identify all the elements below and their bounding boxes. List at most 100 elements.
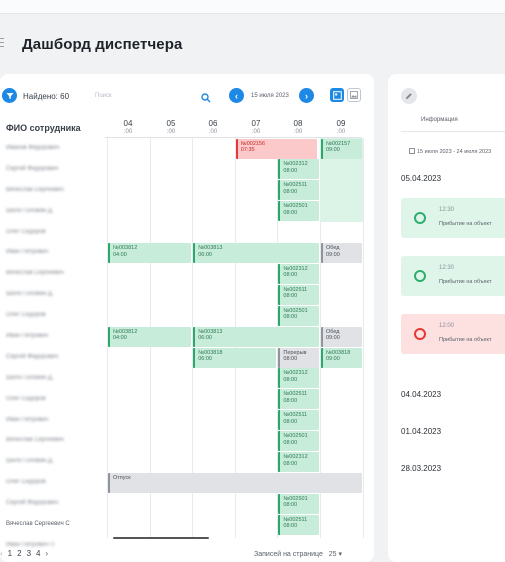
- task-number: Отпуск: [113, 474, 131, 481]
- task-time: 08:00: [283, 502, 298, 509]
- employee-name[interactable]: Сергей Федорович: [6, 159, 101, 180]
- edit-button[interactable]: [401, 88, 417, 104]
- page-number[interactable]: 3: [27, 549, 31, 558]
- employee-name[interactable]: Вячеслав Сергеевич С: [6, 514, 101, 535]
- per-page-selector[interactable]: Записей на странице 25 ▾: [254, 550, 342, 558]
- page-title: Дашборд диспетчера: [22, 36, 183, 53]
- employee-name[interactable]: Иван Петрович: [6, 242, 101, 263]
- task-block[interactable]: №002156 07:35: [235, 138, 317, 159]
- feed-date: 28.03.2023: [401, 464, 442, 473]
- pencil-icon: [406, 93, 412, 99]
- date-range-text: 15 июля 2023 - 24 июля 2023: [417, 149, 492, 155]
- task-block[interactable]: №003812 04:00: [108, 326, 192, 347]
- task-block[interactable]: №002511 08:00: [278, 514, 319, 535]
- event-time: 12:00: [439, 323, 455, 329]
- minute-label: :00: [293, 129, 303, 135]
- list-view-button[interactable]: [347, 88, 361, 102]
- break-block[interactable]: Обед 09:00: [321, 326, 362, 347]
- search-input[interactable]: Поиск: [95, 93, 112, 99]
- prev-day-button[interactable]: ‹: [229, 88, 244, 103]
- task-block[interactable]: №002501 08:00: [278, 431, 319, 452]
- task-block[interactable]: №002312 08:00: [278, 368, 319, 389]
- minute-label: :00: [166, 129, 176, 135]
- task-time: 08:00: [283, 418, 298, 425]
- page-number[interactable]: 1: [8, 549, 12, 558]
- employee-name[interactable]: Иван Петрович: [6, 326, 101, 347]
- next-page-icon[interactable]: ›: [45, 549, 48, 558]
- chevron-right-icon: ›: [305, 90, 308, 101]
- employee-name[interactable]: Олег Сидоров: [6, 305, 101, 326]
- break-block[interactable]: Обед 09:00: [321, 243, 362, 263]
- search-icon[interactable]: [201, 90, 211, 108]
- break-block[interactable]: Перерыв 08:00: [278, 347, 319, 368]
- task-block[interactable]: №003818 09:00: [321, 347, 362, 368]
- task-time: 08:00: [283, 397, 298, 404]
- grid-column-line: [362, 138, 364, 538]
- task-block[interactable]: №002511 08:00: [278, 389, 319, 410]
- employee-name[interactable]: Олег Сидоров: [6, 472, 101, 493]
- task-time: 04:00: [113, 335, 127, 342]
- schedule-grid: №002156 07:35 №002157 09:00 №002312 08:00 №002…: [107, 138, 364, 538]
- task-block[interactable]: №003813 06:00: [193, 243, 319, 263]
- feed-date: 01.04.2023: [401, 427, 442, 436]
- event-text: Прибытие на объект: [439, 279, 492, 285]
- employee-name[interactable]: Сергей Федорович: [6, 347, 101, 368]
- employee-name[interactable]: Иван Петрович: [6, 410, 101, 431]
- task-block[interactable]: №002511 08:00: [278, 284, 319, 305]
- break-block[interactable]: Отпуск: [108, 472, 362, 493]
- hour-label: 07: [251, 119, 261, 128]
- employee-name[interactable]: Сергей Федорович: [6, 493, 101, 514]
- tab-information[interactable]: Информация: [421, 117, 458, 123]
- minute-label: :00: [123, 129, 133, 135]
- task-block[interactable]: №002501 08:00: [278, 493, 319, 514]
- employee-name[interactable]: Иванов Федорович: [6, 138, 101, 159]
- next-day-button[interactable]: ›: [299, 88, 314, 103]
- employee-name[interactable]: Вячеслав Сергеевич: [6, 430, 101, 451]
- date-range[interactable]: 15 июля 2023 - 24 июля 2023: [409, 148, 491, 155]
- task-block[interactable]: №002511 08:00: [278, 180, 319, 201]
- minute-label: :00: [208, 129, 218, 135]
- task-block[interactable]: №002501 08:00: [278, 201, 319, 222]
- page-number[interactable]: 2: [17, 549, 21, 558]
- event-text: Прибытие на объект: [439, 221, 492, 227]
- task-time: 08:00: [283, 188, 298, 195]
- employee-name[interactable]: Вячеслав Сергеевич: [6, 263, 101, 284]
- horizontal-scrollbar[interactable]: [113, 537, 209, 539]
- event-card[interactable]: 12:30 Прибытие на объект: [401, 256, 505, 296]
- task-block[interactable]: №003812 04:00: [108, 243, 192, 263]
- task-time: 08:00: [283, 209, 298, 216]
- task-time: 08:00: [283, 272, 298, 279]
- task-block[interactable]: №002312 08:00: [278, 159, 319, 180]
- task-time: 09:00: [326, 251, 340, 258]
- event-card[interactable]: 12:30 Прибытие на объект: [401, 198, 505, 238]
- event-card[interactable]: 12:00 Прибытие на объект: [401, 314, 505, 354]
- filter-button[interactable]: [2, 88, 17, 103]
- chevron-left-icon: ‹: [235, 90, 238, 101]
- prev-page-icon[interactable]: ‹: [0, 549, 3, 558]
- task-time: 08:00: [283, 460, 298, 467]
- page-number[interactable]: 4: [36, 549, 40, 558]
- employee-name[interactable]: Вячеслав Сергеевич: [6, 180, 101, 201]
- task-time: 08:00: [283, 167, 298, 174]
- menu-icon[interactable]: [0, 38, 6, 48]
- hour-header: 06:00: [192, 119, 234, 137]
- found-count: Найдено: 60: [23, 92, 70, 101]
- task-block[interactable]: №002312 08:00: [278, 452, 319, 472]
- employee-name[interactable]: Олег Сидоров: [6, 389, 101, 410]
- employee-name[interactable]: Шило Головин Д.: [6, 201, 101, 222]
- task-block[interactable]: №003813 06:00: [193, 326, 319, 347]
- employee-name[interactable]: Олег Сидоров: [6, 222, 101, 243]
- employee-name[interactable]: Шило Головин Д.: [6, 284, 101, 305]
- employee-name[interactable]: Шило Головин Д.: [6, 451, 101, 472]
- task-time: 08:00: [283, 314, 298, 321]
- task-block[interactable]: №002157 09:00: [321, 138, 362, 159]
- task-block[interactable]: №003818 06:00: [193, 347, 277, 368]
- image-icon: [350, 91, 358, 99]
- employee-name[interactable]: Шило Головин Д.: [6, 368, 101, 389]
- per-page-value[interactable]: 25 ▾: [329, 551, 342, 558]
- calendar-view-button[interactable]: [330, 88, 344, 102]
- task-block[interactable]: №002511 08:00: [278, 410, 319, 431]
- employee-list: Иванов Федорович Сергей Федорович Вячеслав…: [6, 138, 101, 556]
- task-block[interactable]: №002501 08:00: [278, 305, 319, 326]
- task-block[interactable]: №002312 08:00: [278, 263, 319, 284]
